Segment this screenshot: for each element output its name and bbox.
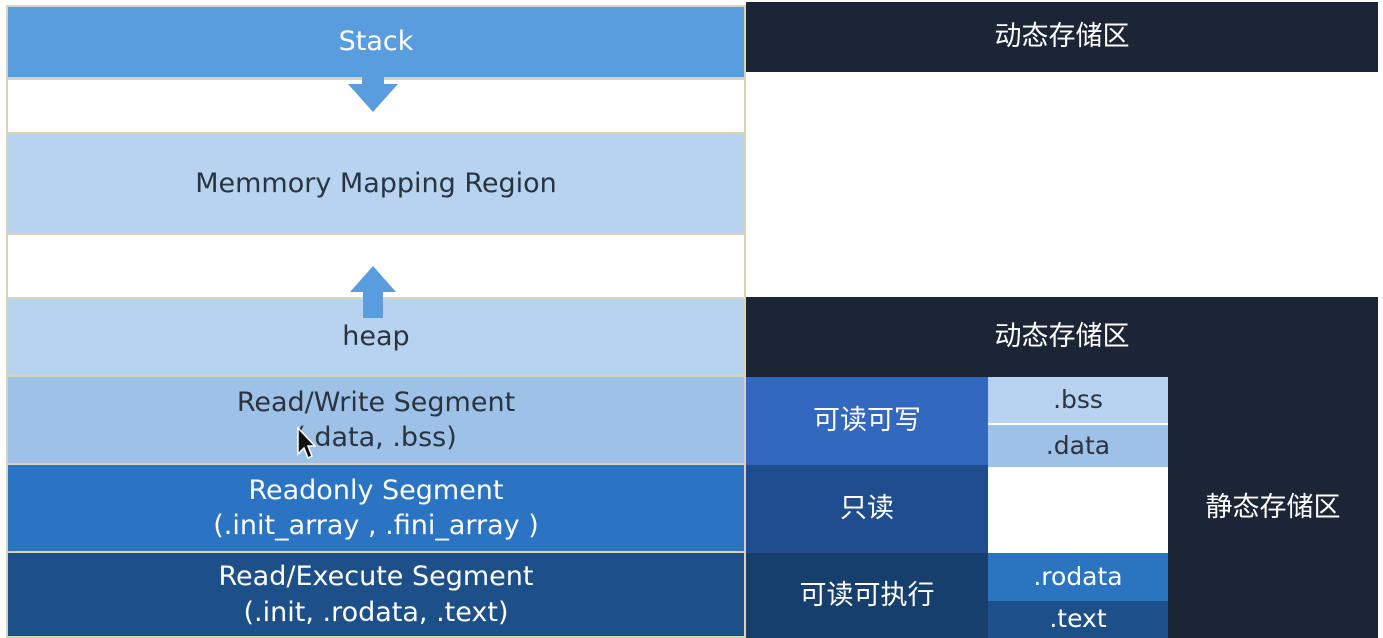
- perm-read-execute: 可读可执行: [746, 553, 988, 638]
- perm-readonly: 只读: [746, 465, 988, 553]
- read-write-segment: Read/Write Segment (.data, .bss): [6, 375, 746, 465]
- mouse-cursor-icon: [297, 426, 316, 460]
- section-rodata: .rodata: [988, 553, 1168, 601]
- arrow-down-icon: [348, 62, 398, 112]
- read-write-title: Read/Write Segment: [236, 386, 516, 418]
- memory-mapping-region: Memmory Mapping Region: [6, 132, 746, 235]
- section-text: .text: [988, 601, 1168, 638]
- memory-mapping-label: Memmory Mapping Region: [195, 167, 557, 199]
- section-bss: .bss: [988, 377, 1168, 425]
- dynamic-storage-mid: 动态存储区: [746, 297, 1378, 377]
- stack-label: Stack: [338, 26, 414, 58]
- perm-read-write: 可读可写: [746, 377, 988, 465]
- read-write-sub: (.data, .bss): [295, 422, 457, 453]
- section-empty: [988, 467, 1168, 553]
- read-execute-title: Read/Execute Segment: [218, 561, 534, 593]
- static-storage-label: 静态存储区: [1205, 491, 1341, 523]
- readonly-title: Readonly Segment: [248, 474, 504, 506]
- readonly-segment: Readonly Segment (.init_array , .fini_ar…: [6, 463, 746, 553]
- dynamic-storage-top: 动态存储区: [746, 2, 1378, 72]
- section-rodata-label: .rodata: [1033, 561, 1123, 591]
- section-text-label: .text: [1049, 604, 1107, 634]
- perm-read-execute-label: 可读可执行: [799, 579, 935, 611]
- perm-read-write-label: 可读可写: [813, 405, 921, 437]
- static-storage: 静态存储区: [1168, 377, 1378, 638]
- read-execute-segment: Read/Execute Segment (.init, .rodata, .t…: [6, 551, 746, 638]
- arrow-up-icon: [350, 266, 396, 318]
- perm-readonly-label: 只读: [840, 493, 894, 525]
- section-data-label: .data: [1045, 430, 1111, 460]
- heap-label: heap: [342, 321, 410, 353]
- readonly-sub: (.init_array , .fini_array ): [213, 510, 539, 541]
- read-execute-sub: (.init, .rodata, .text): [243, 596, 509, 628]
- dynamic-storage-top-label: 动态存储区: [994, 21, 1130, 53]
- dynamic-storage-mid-label: 动态存储区: [994, 321, 1130, 353]
- section-bss-label: .bss: [1053, 384, 1103, 414]
- section-data: .data: [988, 425, 1168, 467]
